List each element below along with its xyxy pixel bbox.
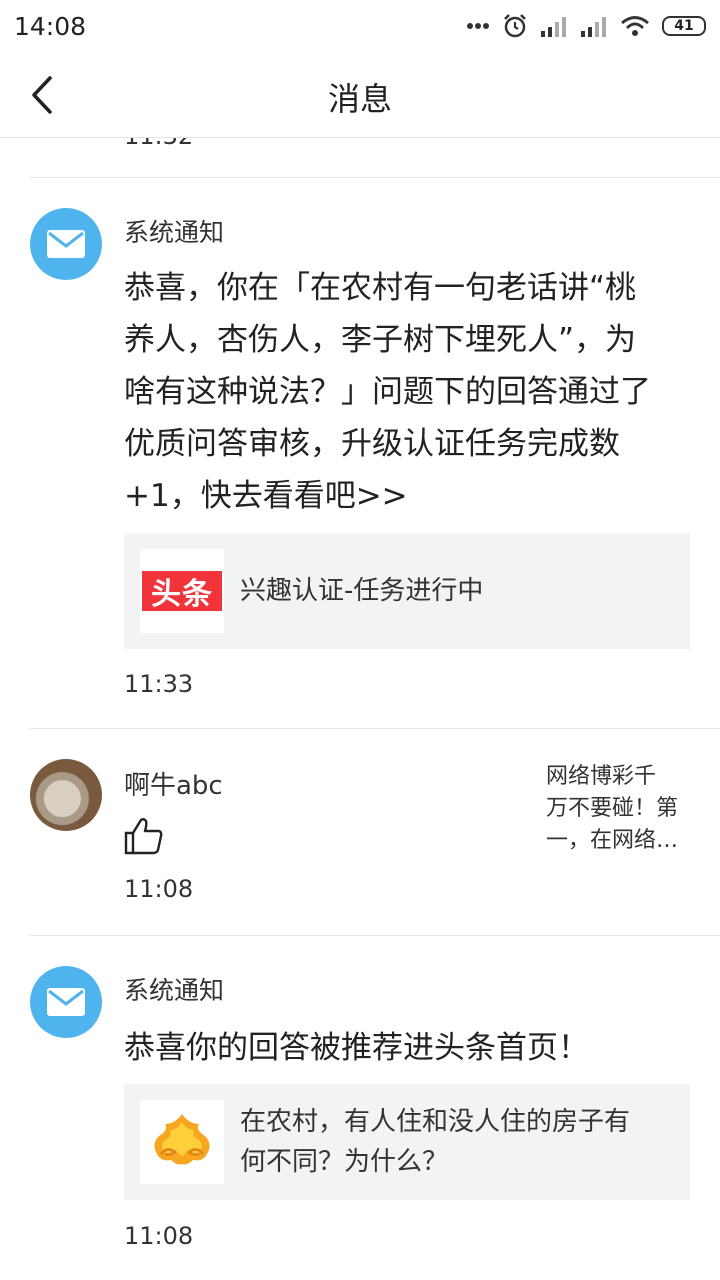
- message-line: 恭喜，你在「在农村有一句老话讲“桃: [124, 270, 637, 306]
- sender-name: 系统通知: [124, 976, 225, 1005]
- message-text[interactable]: 恭喜，你在「在农村有一句老话讲“桃 养人，杏伤人，李子树下埋死人”，为 啥有这种…: [124, 262, 694, 522]
- preview-line: 一，在网络…: [546, 828, 679, 853]
- golden-cloud-icon: [147, 1110, 217, 1174]
- wifi-icon: [620, 15, 650, 37]
- battery-icon: 41: [662, 16, 706, 36]
- signal-icon: [540, 15, 568, 37]
- link-card[interactable]: 在农村，有人住和没人住的房子有 何不同？为什么？: [124, 1084, 690, 1200]
- alarm-icon: [502, 13, 528, 39]
- card-thumbnail: [140, 1100, 224, 1184]
- timestamp: 11:32: [124, 138, 193, 150]
- card-title-line: 何不同？为什么？: [240, 1147, 449, 1177]
- nav-bar: 消息: [0, 52, 720, 138]
- card-title-line: 在农村，有人住和没人住的房子有: [240, 1107, 631, 1137]
- card-title: 兴趣认证-任务进行中: [240, 576, 484, 606]
- message-line: 养人，杏伤人，李子树下埋死人”，为: [124, 322, 637, 358]
- thumbs-up-icon: [124, 817, 164, 859]
- mail-icon: [30, 966, 102, 1038]
- list-item[interactable]: 啊牛abc 网络博彩千 万不要碰！第 一，在网络… 11:08: [0, 729, 720, 935]
- status-bar: 14:08 41: [0, 0, 720, 52]
- content-preview[interactable]: 网络博彩千 万不要碰！第 一，在网络…: [546, 761, 696, 857]
- timestamp: 11:33: [124, 670, 194, 698]
- list-item[interactable]: 系统通知 恭喜，你在「在农村有一句老话讲“桃 养人，杏伤人，李子树下埋死人”，为…: [0, 178, 720, 728]
- card-title: 在农村，有人住和没人住的房子有 何不同？为什么？: [240, 1102, 670, 1182]
- status-time: 14:08: [14, 11, 87, 41]
- avatar[interactable]: [30, 759, 102, 831]
- mail-icon: [30, 208, 102, 280]
- timestamp: 11:08: [124, 1222, 194, 1250]
- status-icons: 41: [466, 13, 706, 39]
- more-dots-icon: [466, 22, 490, 30]
- card-thumbnail: 头条: [140, 549, 224, 633]
- preview-line: 万不要碰！第: [546, 796, 679, 821]
- list-item[interactable]: 系统通知 恭喜你的回答被推荐进头条首页！ 在农村，有人住和没人住的房子有 何不同…: [0, 936, 720, 1280]
- link-card[interactable]: 头条 兴趣认证-任务进行中: [124, 533, 690, 649]
- message-line: 啥有这种说法？」问题下的回答通过了: [124, 374, 651, 410]
- preview-line: 网络博彩千: [546, 764, 657, 789]
- signal-icon: [580, 15, 608, 37]
- timestamp: 11:08: [124, 875, 194, 903]
- sender-name: 系统通知: [124, 218, 225, 247]
- sender-name: 啊牛abc: [124, 771, 223, 801]
- message-line: 优质问答审核，升级认证任务完成数: [124, 426, 620, 462]
- toutiao-logo: 头条: [142, 571, 222, 612]
- message-line: +1，快去看看吧>>: [124, 478, 408, 514]
- page-title: 消息: [327, 80, 392, 118]
- message-text[interactable]: 恭喜你的回答被推荐进头条首页！: [124, 1022, 694, 1074]
- message-list[interactable]: 11:32 系统通知 恭喜，你在「在农村有一句老话讲“桃 养人，杏伤人，李子树下…: [0, 138, 720, 1280]
